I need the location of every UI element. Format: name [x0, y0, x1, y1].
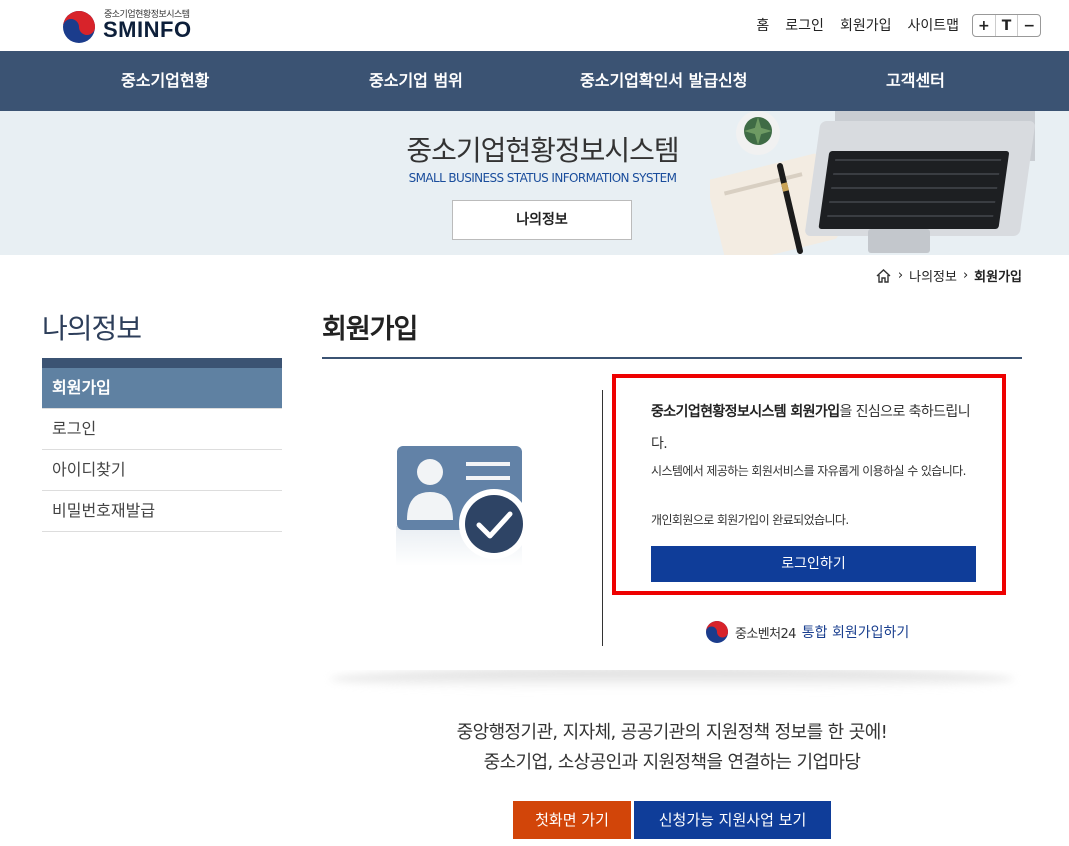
login-link[interactable]: 로그인: [785, 15, 824, 35]
page-title: 회원가입: [322, 314, 418, 345]
go-home-button[interactable]: 첫화면 가기: [513, 801, 631, 839]
promo-line-2: 중소기업, 소상공인과 지원정책을 연결하는 기업마당: [483, 752, 861, 773]
sidebar-item-login[interactable]: 로그인: [42, 409, 282, 450]
taeguk-logo-icon: [63, 11, 95, 43]
breadcrumb-my-info[interactable]: 나의정보: [909, 266, 957, 285]
breadcrumb-separator-icon: ›: [962, 268, 969, 283]
font-reset-button[interactable]: T: [996, 15, 1019, 36]
my-info-button[interactable]: 나의정보: [452, 200, 632, 240]
login-button[interactable]: 로그인하기: [651, 546, 976, 582]
title-divider: [322, 357, 1022, 359]
home-link[interactable]: 홈: [756, 15, 769, 35]
sitemap-link[interactable]: 사이트맵: [907, 15, 959, 35]
font-decrease-button[interactable]: −: [1018, 15, 1040, 36]
signup-link[interactable]: 회원가입: [840, 15, 892, 35]
breadcrumb-current: 회원가입: [974, 270, 1022, 285]
sidebar-item-reset-password[interactable]: 비밀번호재발급: [42, 491, 282, 532]
view-support-programs-button[interactable]: 신청가능 지원사업 보기: [634, 801, 831, 839]
taeguk-logo-icon: [706, 621, 728, 643]
sidebar-item-signup[interactable]: 회원가입: [42, 368, 282, 409]
breadcrumb: › 나의정보 › 회원가입: [875, 266, 1022, 285]
nav-item-certificate-application[interactable]: 중소기업확인서 발급신청: [580, 51, 748, 111]
top-header: 중소기업현황정보시스템 SMINFO 홈 로그인 회원가입 사이트맵 + T −: [0, 0, 1069, 51]
content-divider: [602, 390, 603, 646]
card-shadow: [330, 668, 1014, 690]
utility-links: 홈 로그인 회원가입 사이트맵: [756, 15, 959, 35]
promo-line-1: 중앙행정기관, 지자체, 공공기관의 지원정책 정보를 한 곳에!: [456, 722, 888, 743]
breadcrumb-separator-icon: ›: [897, 268, 904, 283]
integrated-signup-link[interactable]: 통합 회원가입하기: [802, 622, 910, 642]
font-size-controls: + T −: [972, 14, 1041, 37]
signup-complete-message: 개인회원으로 회원가입이 완료되었습니다.: [651, 513, 849, 527]
service-message: 시스템에서 제공하는 회원서비스를 자유롭게 이용하실 수 있습니다.: [651, 464, 966, 478]
nav-item-company-status[interactable]: 중소기업현황: [121, 51, 209, 111]
home-icon[interactable]: [875, 268, 892, 284]
site-logo[interactable]: 중소기업현황정보시스템 SMINFO: [62, 7, 212, 45]
nav-item-company-scope[interactable]: 중소기업 범위: [369, 51, 463, 111]
main-navigation: 중소기업현황 중소기업 범위 중소기업확인서 발급신청 고객센터: [0, 51, 1069, 111]
sidebar-item-find-id[interactable]: 아이디찾기: [42, 450, 282, 491]
congrats-message: 중소기업현황정보시스템 회원가입을 진심으로 축하드립니다.: [651, 396, 981, 460]
sidebar-title: 나의정보: [42, 312, 142, 345]
nav-item-customer-center[interactable]: 고객센터: [886, 51, 945, 111]
sidebar-menu: 회원가입 로그인 아이디찾기 비밀번호재발급: [42, 358, 282, 532]
logo-text: SMINFO: [103, 17, 192, 42]
laptop-desk-illustration: [710, 111, 1035, 255]
id-card-check-icon: [396, 446, 529, 566]
font-increase-button[interactable]: +: [973, 15, 996, 36]
signup-message-box: 중소기업현황정보시스템 회원가입을 진심으로 축하드립니다. 시스템에서 제공하…: [612, 374, 1006, 595]
congrats-message-bold: 중소기업현황정보시스템 회원가입: [651, 404, 840, 420]
venture24-signup: 중소벤처24 통합 회원가입하기: [705, 620, 909, 644]
venture24-label: 중소벤처24: [735, 626, 796, 642]
page-banner: 중소기업현황정보시스템 SMALL BUSINESS STATUS INFORM…: [0, 111, 1069, 255]
